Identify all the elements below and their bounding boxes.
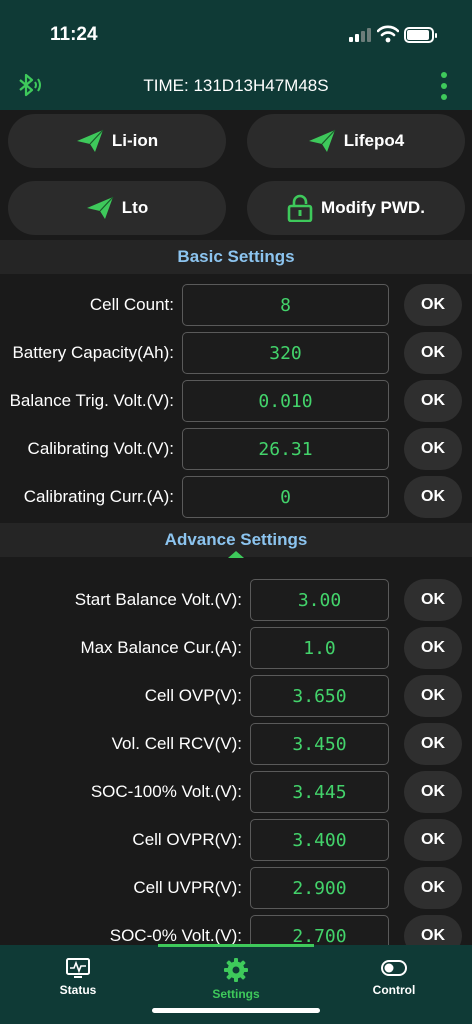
max-balance-cur-input[interactable]: 1.0 xyxy=(250,627,389,669)
setting-row-cell-uvpr: Cell UVPR(V): 2.900 OK xyxy=(0,864,472,912)
setting-row-max-balance-cur: Max Balance Cur.(A): 1.0 OK xyxy=(0,624,472,672)
setting-row-cell-count: Cell Count: 8 OK xyxy=(0,281,472,329)
setting-row-cell-ovp: Cell OVP(V): 3.650 OK xyxy=(0,672,472,720)
setting-label: Cell Count: xyxy=(89,295,174,314)
setting-label: Calibrating Volt.(V): xyxy=(27,439,174,458)
setting-row-calibrating-curr: Calibrating Curr.(A): 0 OK xyxy=(0,473,472,521)
mode-lifepo4-button[interactable]: Lifepo4 xyxy=(247,114,465,168)
cell-rcv-ok-button[interactable]: OK xyxy=(404,723,462,765)
soc-100-volt-input[interactable]: 3.445 xyxy=(250,771,389,813)
status-time: 11:24 xyxy=(50,24,98,45)
mode-li-ion-button[interactable]: Li-ion xyxy=(8,114,226,168)
cell-ovpr-input[interactable]: 3.400 xyxy=(250,819,389,861)
calibrating-volt-ok-button[interactable]: OK xyxy=(404,428,462,470)
setting-label: Cell OVPR(V): xyxy=(132,830,242,849)
collapse-caret-icon xyxy=(228,551,244,558)
setting-label: Vol. Cell RCV(V): xyxy=(111,734,242,753)
setting-row-start-balance-volt: Start Balance Volt.(V): 3.00 OK xyxy=(0,576,472,624)
mode-label: Li-ion xyxy=(111,131,159,150)
cell-ovpr-ok-button[interactable]: OK xyxy=(404,819,462,861)
advance-settings-header[interactable]: Advance Settings xyxy=(0,523,472,558)
start-balance-volt-input[interactable]: 3.00 xyxy=(250,579,389,621)
tab-control[interactable]: Control xyxy=(334,957,454,997)
calibrating-curr-ok-button[interactable]: OK xyxy=(404,476,462,518)
calibrating-curr-input[interactable]: 0 xyxy=(182,476,389,518)
balance-trig-volt-ok-button[interactable]: OK xyxy=(404,380,462,422)
toggle-icon xyxy=(381,960,407,976)
cell-rcv-input[interactable]: 3.450 xyxy=(250,723,389,765)
runtime-title: TIME: 131D13H47M48S xyxy=(143,76,329,95)
cell-uvpr-ok-button[interactable]: OK xyxy=(404,867,462,909)
tab-label: Settings xyxy=(212,987,260,1001)
setting-label: Cell OVP(V): xyxy=(144,686,242,705)
setting-label: Max Balance Cur.(A): xyxy=(80,638,242,657)
setting-label: SOC-100% Volt.(V): xyxy=(90,782,242,801)
tab-label: Status xyxy=(59,983,97,997)
mode-lto-button[interactable]: Lto xyxy=(8,181,226,235)
active-tab-indicator xyxy=(158,944,314,947)
modify-password-button[interactable]: Modify PWD. xyxy=(247,181,465,235)
mode-label: Lto xyxy=(121,198,149,217)
setting-row-balance-trig-volt: Balance Trig. Volt.(V): 0.010 OK xyxy=(0,377,472,425)
max-balance-cur-ok-button[interactable]: OK xyxy=(404,627,462,669)
app-header: TIME: 131D13H47M48S xyxy=(0,62,472,110)
setting-label: Calibrating Curr.(A): xyxy=(23,487,174,506)
wifi-icon xyxy=(377,25,399,43)
setting-row-battery-capacity: Battery Capacity(Ah): 320 OK xyxy=(0,329,472,377)
mode-label: Lifepo4 xyxy=(343,131,405,150)
setting-label: Cell UVPR(V): xyxy=(133,878,242,897)
status-bar: 11:24 xyxy=(0,0,472,62)
setting-label: SOC-0% Volt.(V): xyxy=(109,926,242,945)
setting-row-soc-100-volt: SOC-100% Volt.(V): 3.445 OK xyxy=(0,768,472,816)
send-icon xyxy=(308,129,336,152)
gear-icon xyxy=(224,958,248,982)
setting-label: Start Balance Volt.(V): xyxy=(74,590,242,609)
lock-icon xyxy=(287,194,313,222)
setting-row-calibrating-volt: Calibrating Volt.(V): 26.31 OK xyxy=(0,425,472,473)
setting-row-cell-ovpr: Cell OVPR(V): 3.400 OK xyxy=(0,816,472,864)
tab-status[interactable]: Status xyxy=(18,957,138,997)
basic-settings-header: Basic Settings xyxy=(0,240,472,274)
tab-label: Control xyxy=(372,983,416,997)
cellular-signal-icon xyxy=(349,28,373,42)
balance-trig-volt-input[interactable]: 0.010 xyxy=(182,380,389,422)
battery-icon xyxy=(404,27,437,43)
more-menu-icon[interactable] xyxy=(440,72,448,100)
cell-count-ok-button[interactable]: OK xyxy=(404,284,462,326)
home-indicator xyxy=(152,1008,320,1013)
soc-100-volt-ok-button[interactable]: OK xyxy=(404,771,462,813)
cell-count-input[interactable]: 8 xyxy=(182,284,389,326)
start-balance-volt-ok-button[interactable]: OK xyxy=(404,579,462,621)
setting-label: Balance Trig. Volt.(V): xyxy=(9,391,174,410)
cell-ovp-input[interactable]: 3.650 xyxy=(250,675,389,717)
monitor-icon xyxy=(66,958,90,978)
send-icon xyxy=(86,196,114,219)
cell-uvpr-input[interactable]: 2.900 xyxy=(250,867,389,909)
setting-row-cell-rcv: Vol. Cell RCV(V): 3.450 OK xyxy=(0,720,472,768)
tab-settings[interactable]: Settings xyxy=(176,957,296,1001)
cell-ovp-ok-button[interactable]: OK xyxy=(404,675,462,717)
calibrating-volt-input[interactable]: 26.31 xyxy=(182,428,389,470)
send-icon xyxy=(76,129,104,152)
battery-capacity-ok-button[interactable]: OK xyxy=(404,332,462,374)
mode-label: Modify PWD. xyxy=(321,198,425,217)
setting-label: Battery Capacity(Ah): xyxy=(12,343,174,362)
advance-settings-title: Advance Settings xyxy=(164,530,308,549)
battery-capacity-input[interactable]: 320 xyxy=(182,332,389,374)
